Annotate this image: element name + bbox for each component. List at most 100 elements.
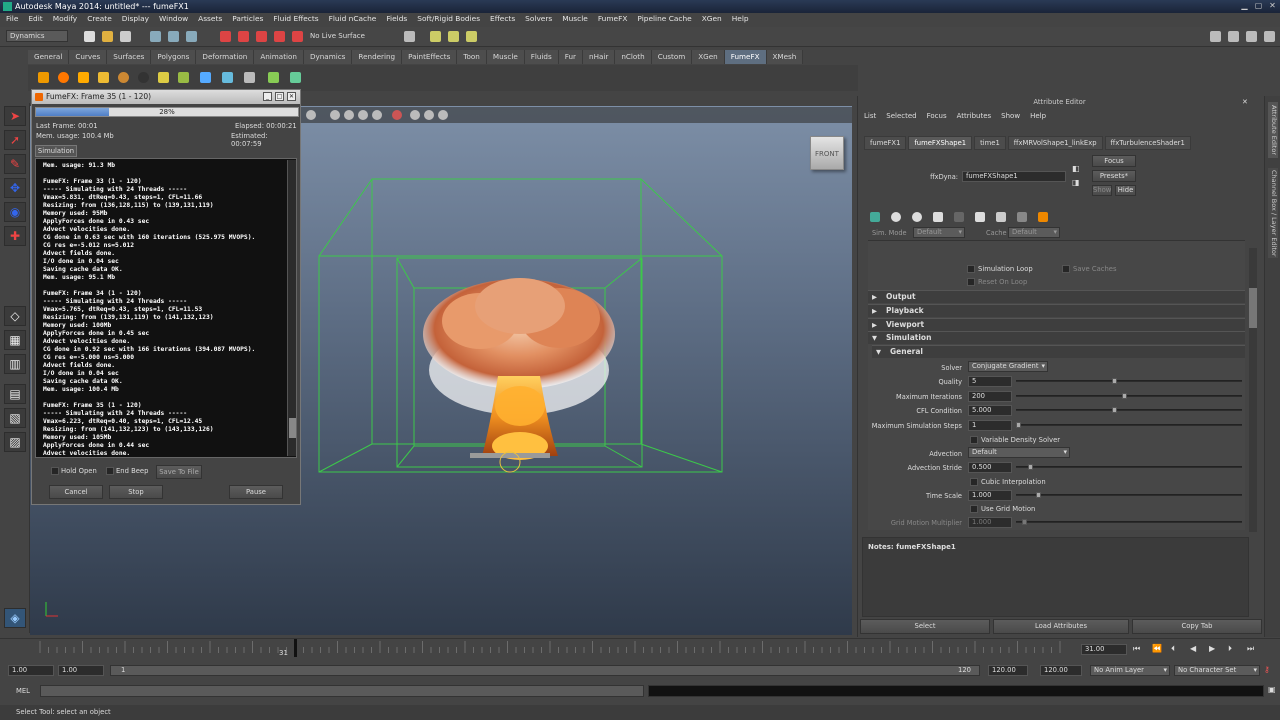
shelf-tab-toon[interactable]: Toon bbox=[457, 50, 487, 64]
menu-file[interactable]: File bbox=[6, 14, 18, 24]
go-to-start-icon[interactable]: ⏮ bbox=[1133, 644, 1140, 654]
shelf-tab-fluids[interactable]: Fluids bbox=[524, 50, 559, 64]
open-scene-icon[interactable] bbox=[102, 31, 113, 42]
persp-graph-layout-icon[interactable]: ▤ bbox=[4, 384, 26, 404]
stop-button[interactable]: Stop bbox=[109, 485, 163, 499]
time-scale-slider[interactable] bbox=[1016, 492, 1242, 498]
save-to-file-button[interactable]: Save To File bbox=[156, 465, 202, 479]
menu-window[interactable]: Window bbox=[159, 14, 188, 24]
cubic-interpolation-checkbox[interactable] bbox=[970, 478, 978, 486]
grid-view-icon[interactable] bbox=[954, 212, 964, 222]
cache-dropdown[interactable]: Default bbox=[1008, 227, 1060, 238]
shelf-tab-custom[interactable]: Custom bbox=[651, 50, 693, 64]
preview-icon[interactable] bbox=[975, 212, 985, 222]
persp-outliner-layout-icon[interactable]: ▥ bbox=[4, 354, 26, 374]
advection-stride-slider-knob[interactable] bbox=[1028, 464, 1033, 470]
lighting-icon[interactable] bbox=[372, 110, 382, 120]
grid-motion-multiplier-slider[interactable] bbox=[1016, 519, 1242, 525]
playback-end-field[interactable]: 120.00 bbox=[988, 665, 1028, 676]
max-iterations-slider-knob[interactable] bbox=[1122, 393, 1127, 399]
menu-solvers[interactable]: Solvers bbox=[525, 14, 552, 24]
log-scroll-thumb[interactable] bbox=[289, 418, 296, 438]
snap-plane-icon[interactable] bbox=[274, 31, 285, 42]
presets-button[interactable]: Presets* bbox=[1092, 170, 1136, 182]
menu-soft-rigid-bodies[interactable]: Soft/Rigid Bodies bbox=[417, 14, 480, 24]
max-sim-steps-field[interactable]: 1 bbox=[968, 420, 1012, 431]
cfl-condition-slider[interactable] bbox=[1016, 407, 1242, 413]
dialog-minimize-icon[interactable]: _ bbox=[263, 92, 272, 101]
select-hierarchy-icon[interactable] bbox=[150, 31, 161, 42]
textured-shading-icon[interactable] bbox=[358, 110, 368, 120]
menu-create[interactable]: Create bbox=[87, 14, 112, 24]
play-forwards-icon[interactable]: ▶ bbox=[1209, 644, 1215, 653]
menu-help[interactable]: Help bbox=[732, 14, 749, 24]
menu-particles[interactable]: Particles bbox=[232, 14, 263, 24]
wavelet-icon[interactable] bbox=[1038, 212, 1048, 222]
render-frame-icon[interactable] bbox=[430, 31, 441, 42]
panel-close-icon[interactable]: ✕ bbox=[1242, 98, 1248, 106]
playback-start-field[interactable]: 1.00 bbox=[58, 665, 104, 676]
menu-fluid-effects[interactable]: Fluid Effects bbox=[273, 14, 318, 24]
section-output[interactable]: ▶ Output bbox=[868, 290, 1245, 303]
animation-end-field[interactable]: 120.00 bbox=[1040, 665, 1082, 676]
max-sim-steps-slider-knob[interactable] bbox=[1016, 422, 1021, 428]
wireframe-shading-icon[interactable] bbox=[330, 110, 340, 120]
new-scene-icon[interactable] bbox=[84, 31, 95, 42]
menu-fields[interactable]: Fields bbox=[386, 14, 407, 24]
shelf-tab-nhair[interactable]: nHair bbox=[583, 50, 616, 64]
channel-box-side-tab[interactable]: Channel Box / Layer Editor bbox=[1268, 168, 1278, 258]
advection-stride-slider[interactable] bbox=[1016, 464, 1242, 470]
lasso-tool-icon[interactable]: ➚ bbox=[4, 130, 26, 150]
notes-area[interactable]: Notes: fumeFXShape1 bbox=[862, 537, 1249, 617]
ae-tab-ffxturbulenceshader1[interactable]: ffxTurbulenceShader1 bbox=[1104, 136, 1191, 150]
select-object-icon[interactable] bbox=[168, 31, 179, 42]
render-settings-icon[interactable] bbox=[466, 31, 477, 42]
fumefx-vortex-icon[interactable] bbox=[268, 72, 279, 83]
node-input-icon[interactable]: ◨ bbox=[1072, 178, 1080, 187]
render-view-icon[interactable] bbox=[404, 31, 415, 42]
select-component-icon[interactable] bbox=[186, 31, 197, 42]
pause-button[interactable]: Pause bbox=[229, 485, 283, 499]
shelf-tab-animation[interactable]: Animation bbox=[254, 50, 304, 64]
current-time-marker[interactable] bbox=[294, 639, 297, 657]
select-tool-icon[interactable]: ➤ bbox=[4, 106, 26, 126]
paint-select-icon[interactable]: ✎ bbox=[4, 154, 26, 174]
fumefx-bomb-icon[interactable] bbox=[138, 72, 149, 83]
solver-dropdown[interactable]: Conjugate Gradient bbox=[968, 361, 1048, 372]
play-backwards-icon[interactable]: ◀ bbox=[1190, 644, 1196, 653]
cfl-condition-field[interactable]: 5.000 bbox=[968, 405, 1012, 416]
show-tool-settings-icon[interactable] bbox=[1228, 31, 1239, 42]
fumefx-effector-icon[interactable] bbox=[158, 72, 169, 83]
fumefx-object-src-icon[interactable] bbox=[78, 72, 89, 83]
ipr-render-icon[interactable] bbox=[448, 31, 459, 42]
node-name-field[interactable]: fumeFXShape1 bbox=[962, 171, 1066, 182]
range-bar[interactable]: 1 120 bbox=[110, 665, 980, 676]
resolution-gate-icon[interactable] bbox=[438, 110, 448, 120]
scale-tool-icon[interactable]: ✚ bbox=[4, 226, 26, 246]
script-editor-icon[interactable]: ▣ bbox=[1268, 685, 1276, 694]
camera-icon[interactable] bbox=[306, 110, 316, 120]
shelf-tab-curves[interactable]: Curves bbox=[69, 50, 108, 64]
rotate-tool-icon[interactable]: ◉ bbox=[4, 202, 26, 222]
shelf-tab-xgen[interactable]: XGen bbox=[692, 50, 725, 64]
fumefx-particle-src-icon[interactable] bbox=[98, 72, 109, 83]
time-scale-slider-knob[interactable] bbox=[1036, 492, 1041, 498]
auto-key-icon[interactable]: ⚷ bbox=[1264, 665, 1270, 674]
variable-density-checkbox[interactable] bbox=[970, 436, 978, 444]
time-scale-field[interactable]: 1.000 bbox=[968, 490, 1012, 501]
attribute-editor-side-tab[interactable]: Attribute Editor bbox=[1268, 102, 1278, 158]
four-view-layout-icon[interactable]: ▦ bbox=[4, 330, 26, 350]
menu-fumefx[interactable]: FumeFX bbox=[598, 14, 628, 24]
advection-dropdown[interactable]: Default bbox=[968, 447, 1070, 458]
smooth-shading-icon[interactable] bbox=[344, 110, 354, 120]
grid-icon[interactable] bbox=[870, 212, 880, 222]
show-layer-editor-icon[interactable] bbox=[1264, 31, 1275, 42]
menu-xgen[interactable]: XGen bbox=[702, 14, 722, 24]
menuset-dropdown[interactable]: Dynamics bbox=[6, 30, 68, 42]
snap-live-icon[interactable] bbox=[292, 31, 303, 42]
shelf-tab-painteffects[interactable]: PaintEffects bbox=[402, 50, 458, 64]
menu-display[interactable]: Display bbox=[122, 14, 149, 24]
section-playback[interactable]: ▶ Playback bbox=[868, 304, 1245, 317]
ae-menu-attributes[interactable]: Attributes bbox=[957, 112, 992, 120]
cfl-condition-slider-knob[interactable] bbox=[1112, 407, 1117, 413]
